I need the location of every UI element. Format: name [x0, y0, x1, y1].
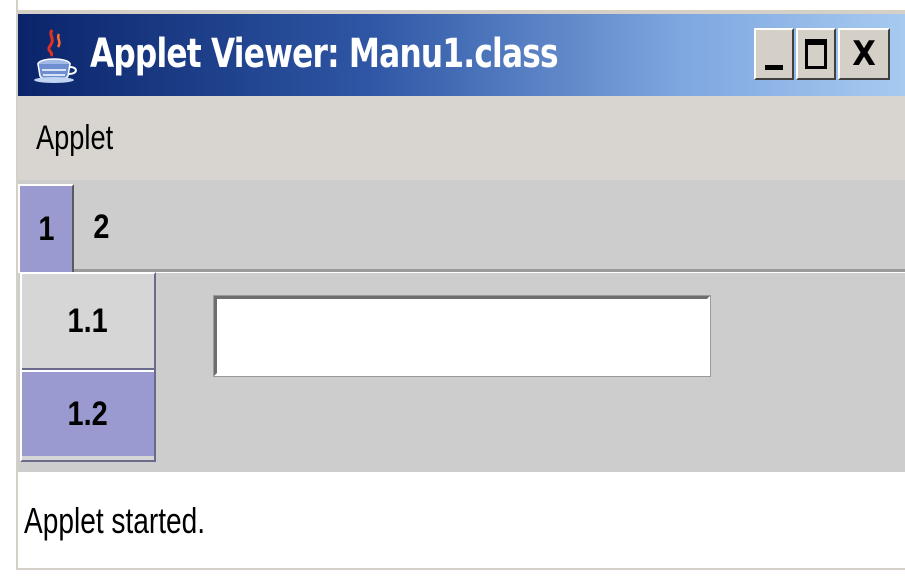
menu-bar: Applet [18, 96, 905, 180]
text-field[interactable] [213, 295, 711, 377]
menu-applet[interactable]: Applet [36, 116, 113, 160]
close-icon: X [852, 34, 876, 74]
tab-2[interactable]: 2 [76, 184, 126, 270]
tabbed-pane: 1 2 1.1 1.2 [18, 180, 905, 472]
window-frame-bottom [0, 568, 905, 576]
subtab-panel: 1.1 1.2 [20, 272, 156, 462]
status-text: Applet started. [24, 500, 206, 541]
maximize-icon [805, 39, 827, 69]
window-title: Applet Viewer: Manu1.class [90, 31, 559, 77]
window-frame-left [0, 0, 18, 576]
subtab-1-1-label: 1.1 [67, 301, 109, 340]
applet-viewer-window: Applet Viewer: Manu1.class X Applet 1 2 … [0, 0, 905, 576]
java-coffee-cup-icon[interactable] [30, 28, 80, 84]
close-button[interactable]: X [838, 28, 890, 80]
tab-1-label: 1 [37, 209, 55, 248]
minimize-button[interactable] [754, 28, 794, 80]
tab-1[interactable]: 1 [18, 184, 74, 272]
window-frame-top [0, 0, 905, 12]
maximize-button[interactable] [796, 28, 836, 80]
tab-2-label: 2 [92, 207, 110, 246]
minimize-icon [765, 64, 783, 70]
subtab-1-2-label: 1.2 [67, 394, 109, 433]
status-bar: Applet started. [18, 472, 905, 568]
subtab-1-1[interactable]: 1.1 [22, 274, 154, 370]
title-bar[interactable]: Applet Viewer: Manu1.class X [18, 14, 905, 96]
subtab-1-2[interactable]: 1.2 [22, 370, 154, 456]
